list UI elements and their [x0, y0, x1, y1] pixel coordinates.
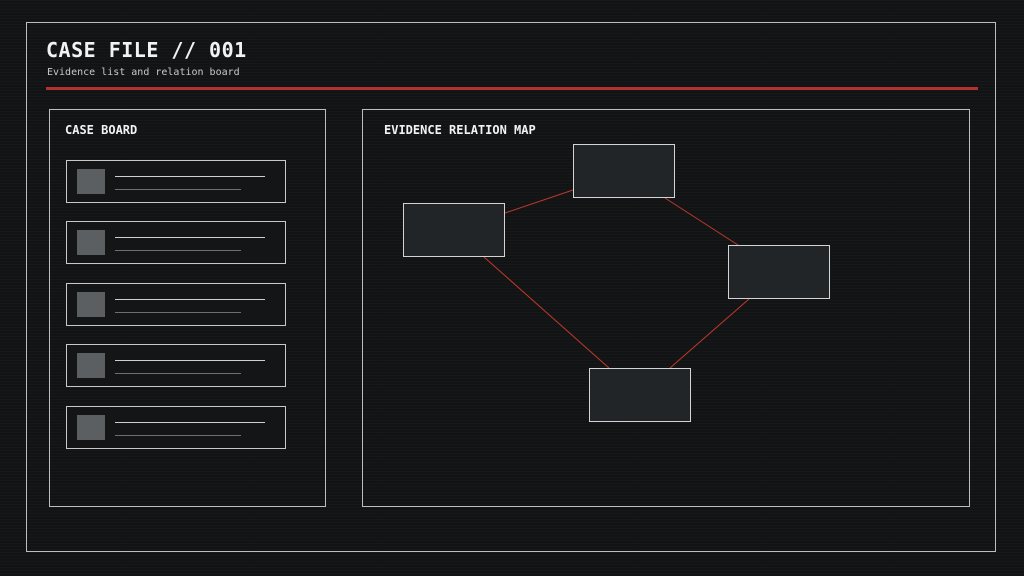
evidence-thumbnail	[77, 292, 105, 317]
header-divider	[46, 87, 978, 90]
evidence-list-item[interactable]	[66, 221, 286, 264]
evidence-detail-placeholder	[115, 312, 241, 313]
relation-link	[669, 298, 750, 369]
evidence-thumbnail	[77, 169, 105, 194]
evidence-node[interactable]	[403, 203, 505, 257]
evidence-list-item[interactable]	[66, 406, 286, 449]
evidence-title-placeholder	[115, 360, 265, 361]
case-board-panel: CASE BOARD	[49, 109, 326, 507]
relation-link	[483, 256, 610, 369]
evidence-title-placeholder	[115, 237, 265, 238]
page-title: CASE FILE // 001	[46, 38, 247, 62]
evidence-detail-placeholder	[115, 435, 241, 436]
page-subtitle: Evidence list and relation board	[47, 67, 240, 78]
case-board-title: CASE BOARD	[65, 123, 138, 137]
evidence-thumbnail	[77, 230, 105, 255]
evidence-node[interactable]	[728, 245, 830, 299]
evidence-list-item[interactable]	[66, 344, 286, 387]
evidence-title-placeholder	[115, 422, 265, 423]
relation-link	[504, 189, 574, 214]
evidence-title-placeholder	[115, 299, 265, 300]
evidence-node[interactable]	[589, 368, 691, 422]
evidence-detail-placeholder	[115, 189, 241, 190]
evidence-detail-placeholder	[115, 373, 241, 374]
evidence-thumbnail	[77, 415, 105, 440]
evidence-thumbnail	[77, 353, 105, 378]
evidence-node[interactable]	[573, 144, 675, 198]
evidence-detail-placeholder	[115, 250, 241, 251]
evidence-list-item[interactable]	[66, 160, 286, 203]
evidence-list-item[interactable]	[66, 283, 286, 326]
evidence-title-placeholder	[115, 176, 265, 177]
relation-link	[664, 197, 739, 246]
relation-map-panel: EVIDENCE RELATION MAP	[362, 109, 970, 507]
